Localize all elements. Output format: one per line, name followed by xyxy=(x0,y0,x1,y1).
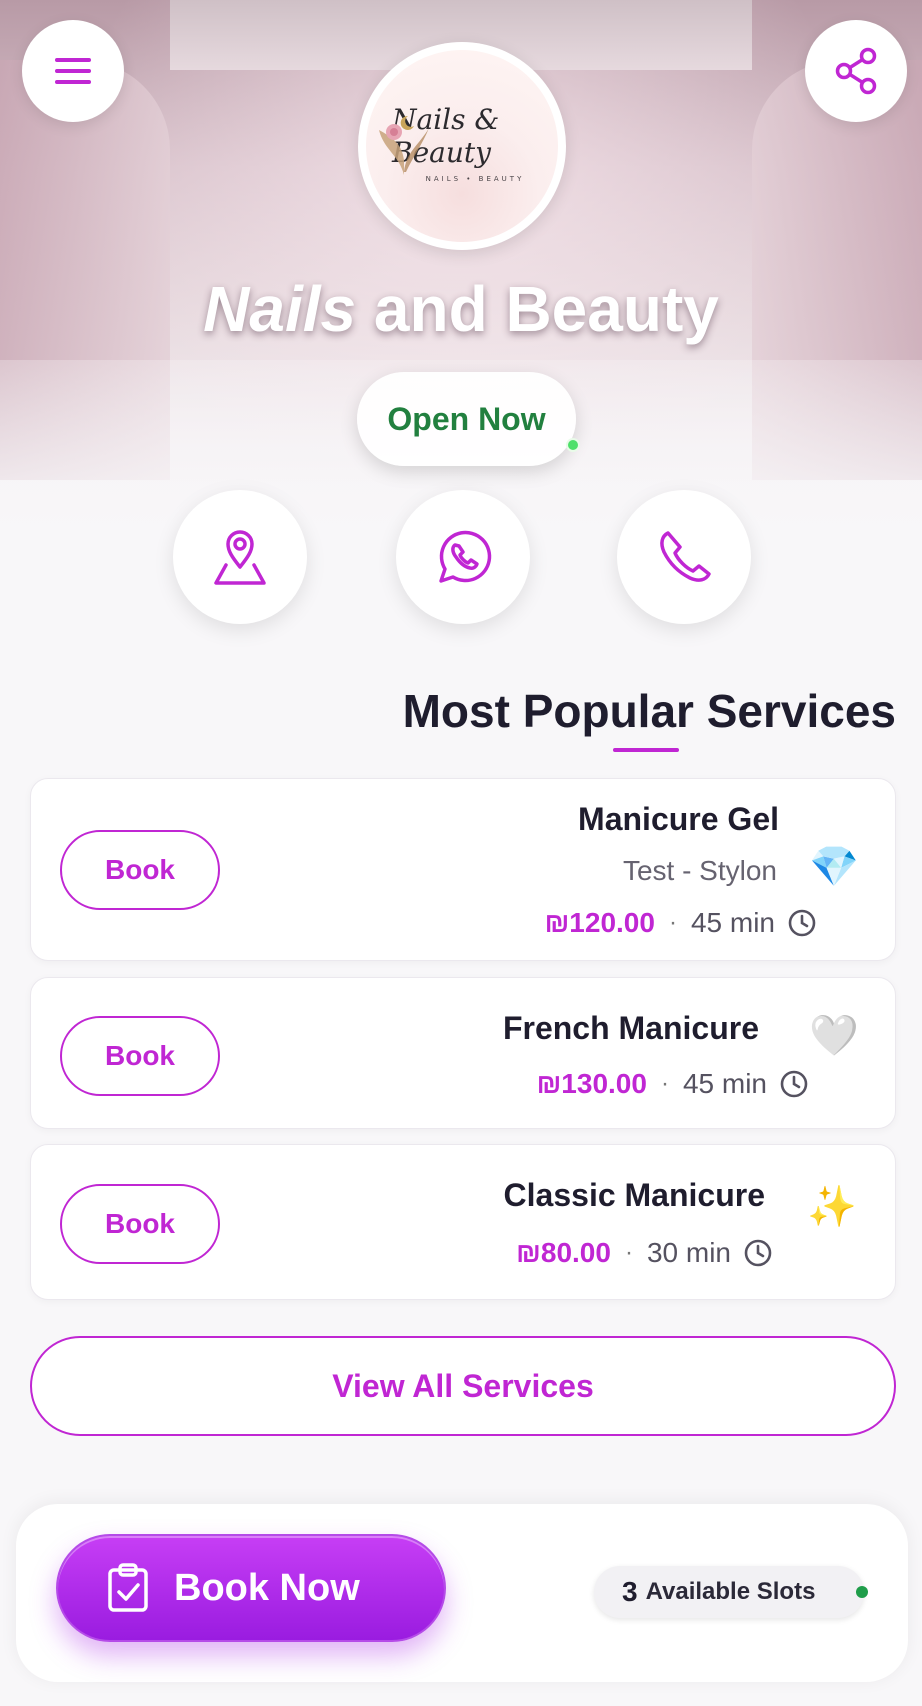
map-pin-icon xyxy=(214,530,266,585)
share-button[interactable] xyxy=(805,20,907,122)
service-card: Book Classic Manicure ✨ ₪80.00 · 30 min xyxy=(30,1144,896,1300)
book-now-button[interactable]: Book Now xyxy=(56,1534,446,1642)
service-meta: ₪120.00 · 45 min xyxy=(545,907,817,939)
business-name: Nails and Beauty xyxy=(0,272,922,346)
book-service-button[interactable]: Book xyxy=(60,1016,220,1096)
business-logo: Nails & Beauty NAILS • BEAUTY xyxy=(358,42,566,250)
available-slots-badge: 3 Available Slots xyxy=(594,1566,868,1618)
business-name-rest: and Beauty xyxy=(356,273,719,345)
clock-icon xyxy=(780,1070,808,1098)
service-price: ₪80.00 xyxy=(516,1237,611,1268)
open-status-dot xyxy=(566,438,580,452)
book-now-label: Book Now xyxy=(174,1566,360,1609)
whatsapp-icon xyxy=(439,530,492,583)
logo-subtitle: NAILS • BEAUTY xyxy=(425,175,525,183)
section-title: Most Popular Services xyxy=(402,685,896,737)
service-price: ₪130.00 xyxy=(536,1068,647,1099)
service-meta: ₪80.00 · 30 min xyxy=(516,1237,773,1269)
clipboard-check-icon xyxy=(106,1562,150,1614)
share-icon xyxy=(835,47,877,95)
location-button[interactable] xyxy=(173,490,307,624)
open-status-badge: Open Now xyxy=(357,372,576,466)
whatsapp-button[interactable] xyxy=(396,490,530,624)
white-heart-icon: 🤍 xyxy=(809,1014,859,1058)
service-name: Manicure Gel xyxy=(578,801,779,837)
hamburger-menu-icon xyxy=(55,58,91,84)
slots-label: Available Slots xyxy=(645,1578,816,1605)
meta-separator: · xyxy=(668,909,677,936)
book-service-button[interactable]: Book xyxy=(60,830,220,910)
service-duration: 45 min xyxy=(690,907,775,938)
slots-status-dot xyxy=(856,1586,868,1598)
slots-count: 3 xyxy=(622,1576,638,1607)
phone-icon xyxy=(660,531,711,582)
clock-icon xyxy=(788,909,816,937)
service-price: ₪120.00 xyxy=(544,907,655,938)
sparkles-icon: ✨ xyxy=(807,1185,857,1229)
meta-separator: · xyxy=(660,1070,669,1097)
service-card: Book Manicure Gel Test - Stylon 💎 ₪120.0… xyxy=(30,778,896,961)
service-card: Book French Manicure 🤍 ₪130.00 · 45 min xyxy=(30,977,896,1129)
logo-flower-icon xyxy=(379,115,429,175)
business-name-italic: Nails xyxy=(203,273,357,345)
service-duration: 30 min xyxy=(646,1237,731,1268)
menu-button[interactable] xyxy=(22,20,124,122)
meta-separator: · xyxy=(624,1239,633,1266)
diamond-icon: 💎 xyxy=(809,845,859,889)
service-duration: 45 min xyxy=(682,1068,767,1099)
service-name: Classic Manicure xyxy=(503,1177,765,1213)
service-subtitle: Test - Stylon xyxy=(622,855,777,886)
view-all-services-button[interactable]: View All Services xyxy=(30,1336,896,1436)
service-meta: ₪130.00 · 45 min xyxy=(537,1068,809,1100)
clock-icon xyxy=(744,1239,772,1267)
book-service-button[interactable]: Book xyxy=(60,1184,220,1264)
phone-button[interactable] xyxy=(617,490,751,624)
section-title-underline xyxy=(613,748,679,752)
service-name: French Manicure xyxy=(502,1010,759,1046)
bottom-booking-bar: Book Now 3 Available Slots xyxy=(16,1504,908,1682)
